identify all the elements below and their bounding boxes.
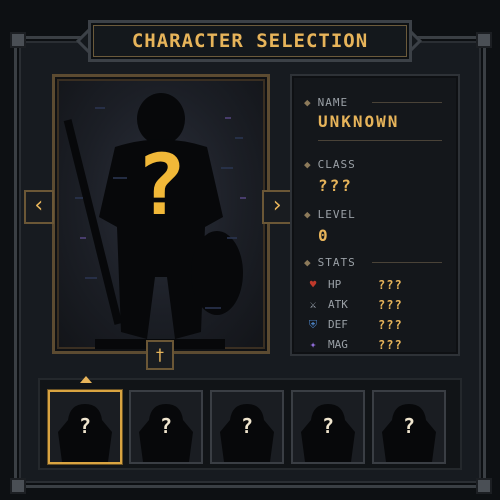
corner-ornament xyxy=(10,478,26,494)
slot-question-mark: ? xyxy=(321,414,335,438)
mystery-question-mark: ? xyxy=(135,136,187,234)
sword-emblem-icon: † xyxy=(155,345,165,364)
corner-ornament xyxy=(476,478,492,494)
magic-icon: ✦ xyxy=(309,338,317,351)
previous-character-button[interactable]: ‹ xyxy=(24,190,54,224)
stat-value: ??? xyxy=(378,318,403,332)
name-value: UNKNOWN xyxy=(318,112,400,131)
stat-name: ATK xyxy=(328,298,348,311)
character-slot-1[interactable]: ? xyxy=(48,390,122,464)
stat-name: DEF xyxy=(328,318,348,331)
chevron-right-icon: › xyxy=(270,193,284,218)
next-character-button[interactable]: › xyxy=(262,190,292,224)
stats-label: ◆ STATS xyxy=(304,256,356,269)
selected-slot-marker-icon xyxy=(80,376,92,383)
name-label: ◆ NAME xyxy=(304,96,349,109)
slot-question-mark: ? xyxy=(240,414,254,438)
character-info-panel: ◆ NAME UNKNOWN ◆ CLASS ??? ◆ LEVEL 0 ◆ STATS… xyxy=(290,74,460,356)
diamond-icon: ◆ xyxy=(304,256,312,269)
slot-question-mark: ? xyxy=(78,414,92,438)
slot-question-mark: ? xyxy=(402,414,416,438)
shield-icon: ⛨ xyxy=(308,318,318,331)
stat-value: ??? xyxy=(378,278,403,292)
diamond-icon: ◆ xyxy=(304,208,312,221)
stat-name: HP xyxy=(328,278,342,291)
portrait-emblem: † xyxy=(146,340,174,370)
character-slot-5[interactable]: ? xyxy=(372,390,446,464)
stat-value: ??? xyxy=(378,338,403,352)
stat-name: MAG xyxy=(328,338,348,351)
stat-row-mag: ✦ MAG ??? xyxy=(306,338,456,354)
character-portrait: ? xyxy=(52,74,270,354)
character-slot-4[interactable]: ? xyxy=(291,390,365,464)
class-value: ??? xyxy=(318,176,353,195)
page-title: CHARACTER SELECTION xyxy=(131,30,369,52)
stat-row-atk: ⚔ ATK ??? xyxy=(306,298,456,314)
chevron-left-icon: ‹ xyxy=(32,193,46,218)
corner-ornament xyxy=(10,32,26,48)
class-label: ◆ CLASS xyxy=(304,158,356,171)
stat-value: ??? xyxy=(378,298,403,312)
character-slot-2[interactable]: ? xyxy=(129,390,203,464)
character-slot-bar: ? ? ? ? ? xyxy=(38,378,462,470)
divider xyxy=(372,262,442,263)
title-banner: CHARACTER SELECTION xyxy=(75,20,423,62)
heart-icon: ♥ xyxy=(309,278,317,291)
character-slot-3[interactable]: ? xyxy=(210,390,284,464)
level-label: ◆ LEVEL xyxy=(304,208,356,221)
stat-row-hp: ♥ HP ??? xyxy=(306,278,456,294)
stat-row-def: ⛨ DEF ??? xyxy=(306,318,456,334)
sword-icon: ⚔ xyxy=(309,298,317,311)
diamond-icon: ◆ xyxy=(304,158,312,171)
divider xyxy=(318,140,442,141)
level-value: 0 xyxy=(318,226,330,245)
slot-question-mark: ? xyxy=(159,414,173,438)
diamond-icon: ◆ xyxy=(304,96,312,109)
divider xyxy=(372,102,442,103)
corner-ornament xyxy=(476,32,492,48)
